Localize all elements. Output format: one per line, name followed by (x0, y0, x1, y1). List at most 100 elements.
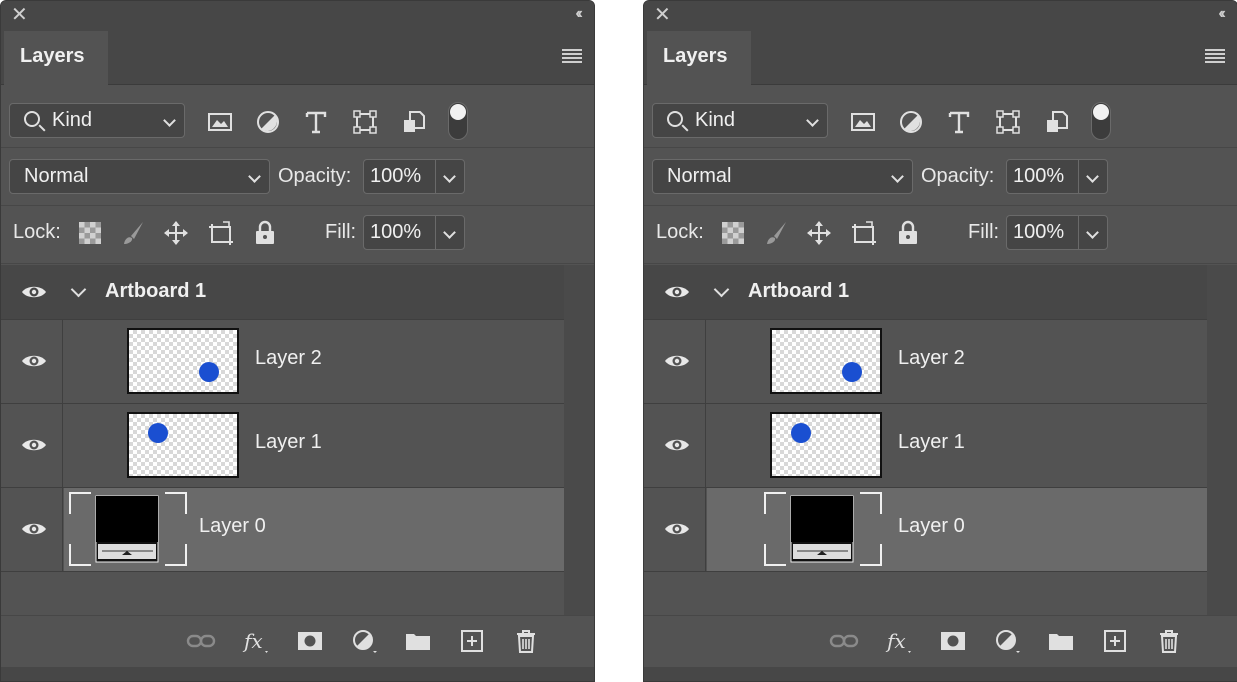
chevron-down-icon (248, 170, 261, 183)
image-filter-icon[interactable] (207, 109, 233, 135)
type-filter-icon[interactable] (946, 109, 972, 135)
panel-menu-icon[interactable] (562, 49, 582, 63)
lock-all-icon[interactable] (895, 220, 921, 246)
visibility-eye-icon[interactable] (21, 437, 47, 453)
fx-icon[interactable]: fx (884, 628, 914, 654)
layer-row[interactable]: Layer 1 (1, 404, 564, 488)
fill-field[interactable]: 100% (363, 215, 465, 250)
link-layers-icon[interactable] (829, 628, 859, 654)
fill-label: Fill: (968, 221, 1000, 243)
blend-mode-dropdown[interactable]: Normal (9, 159, 270, 194)
close-panel-icon[interactable]: ✕ (654, 5, 671, 25)
lock-position-icon[interactable] (806, 220, 832, 246)
layer-mask-icon[interactable] (295, 628, 325, 654)
chevron-down-icon (806, 114, 819, 127)
chevron-down-icon[interactable] (1086, 170, 1099, 183)
layer-thumbnail (770, 412, 882, 478)
layer-thumbnail (770, 328, 882, 394)
link-layers-icon[interactable] (186, 628, 216, 654)
shape-filter-icon[interactable] (352, 109, 378, 135)
filter-kind-dropdown[interactable]: Kind (652, 103, 828, 138)
chevron-down-icon[interactable] (1086, 226, 1099, 239)
opacity-value: 100% (370, 165, 422, 187)
blend-mode-dropdown[interactable]: Normal (652, 159, 913, 194)
opacity-field[interactable]: 100% (1006, 159, 1108, 194)
visibility-eye-icon[interactable] (21, 353, 47, 369)
artboard-name: Artboard 1 (748, 280, 850, 302)
layer-row[interactable]: Layer 2 (644, 320, 1207, 404)
filter-toggle-switch[interactable] (1091, 102, 1111, 140)
layer-name: Layer 2 (255, 347, 322, 369)
artboard-row[interactable]: Artboard 1 (1, 265, 564, 320)
new-layer-icon[interactable] (1100, 628, 1130, 654)
smart-object-filter-icon[interactable] (401, 109, 427, 135)
svg-text:fx: fx (885, 629, 906, 653)
filter-toggle-switch[interactable] (448, 102, 468, 140)
layers-scrollbar[interactable] (1207, 265, 1237, 615)
artboard-row[interactable]: Artboard 1 (644, 265, 1207, 320)
layer-name: Layer 0 (199, 515, 266, 537)
visibility-eye-icon[interactable] (664, 353, 690, 369)
blue-dot (842, 362, 862, 382)
delete-layer-icon[interactable] (1154, 628, 1184, 654)
type-filter-icon[interactable] (303, 109, 329, 135)
collapse-panel-icon[interactable]: ‹‹ (1218, 5, 1225, 23)
opacity-field[interactable]: 100% (363, 159, 465, 194)
new-group-icon[interactable] (1046, 628, 1076, 654)
chevron-down-icon[interactable] (443, 170, 456, 183)
chevron-down-icon[interactable] (443, 226, 456, 239)
layers-list: Artboard 1 Layer 2 Layer 1 Layer 0 (1, 265, 564, 615)
lock-all-icon[interactable] (252, 220, 278, 246)
lock-artboard-icon[interactable] (208, 220, 234, 246)
tab-layers[interactable]: Layers (647, 31, 751, 85)
opacity-label: Opacity: (921, 165, 995, 187)
tab-layers-label: Layers (20, 45, 85, 67)
shape-filter-icon[interactable] (995, 109, 1021, 135)
adjustment-filter-icon[interactable] (255, 109, 281, 135)
lock-image-pixels-icon[interactable] (121, 220, 147, 246)
new-layer-icon[interactable] (457, 628, 487, 654)
layer-row[interactable]: Layer 1 (644, 404, 1207, 488)
visibility-eye-icon[interactable] (664, 284, 690, 300)
adjustment-filter-icon[interactable] (898, 109, 924, 135)
panel-menu-icon[interactable] (1205, 49, 1225, 63)
layer-row-selected[interactable]: Layer 0 (644, 488, 1207, 572)
layers-panel-left: ✕ ‹‹ Layers Kind Normal Opacity: 100% Lo… (0, 0, 595, 682)
filter-kind-label: Kind (52, 109, 93, 131)
layer-row[interactable]: Layer 2 (1, 320, 564, 404)
chevron-down-icon (891, 170, 904, 183)
fill-field[interactable]: 100% (1006, 215, 1108, 250)
lock-label: Lock: (656, 221, 704, 243)
panel-title-bar: ✕ ‹‹ (644, 1, 1237, 31)
visibility-eye-icon[interactable] (21, 284, 47, 300)
tab-layers[interactable]: Layers (4, 31, 108, 85)
filter-kind-label: Kind (695, 109, 736, 131)
lock-label: Lock: (13, 221, 61, 243)
delete-layer-icon[interactable] (511, 628, 541, 654)
collapse-panel-icon[interactable]: ‹‹ (575, 5, 582, 23)
layer-name: Layer 2 (898, 347, 965, 369)
close-panel-icon[interactable]: ✕ (11, 5, 28, 25)
layers-scrollbar[interactable] (564, 265, 594, 615)
artboard-expand-chevron-icon[interactable] (713, 281, 730, 298)
image-filter-icon[interactable] (850, 109, 876, 135)
adjustment-layer-icon[interactable] (992, 628, 1022, 654)
new-group-icon[interactable] (403, 628, 433, 654)
artboard-thumbnail (764, 492, 882, 566)
visibility-eye-icon[interactable] (664, 521, 690, 537)
artboard-expand-chevron-icon[interactable] (70, 281, 87, 298)
visibility-eye-icon[interactable] (664, 437, 690, 453)
panel-tab-strip: Layers (644, 31, 1237, 85)
lock-transparent-pixels-icon[interactable] (720, 220, 746, 246)
visibility-eye-icon[interactable] (21, 521, 47, 537)
adjustment-layer-icon[interactable] (349, 628, 379, 654)
lock-position-icon[interactable] (163, 220, 189, 246)
lock-artboard-icon[interactable] (851, 220, 877, 246)
layer-row-selected[interactable]: Layer 0 (1, 488, 564, 572)
smart-object-filter-icon[interactable] (1044, 109, 1070, 135)
fx-icon[interactable]: fx (241, 628, 271, 654)
layer-mask-icon[interactable] (938, 628, 968, 654)
filter-kind-dropdown[interactable]: Kind (9, 103, 185, 138)
lock-image-pixels-icon[interactable] (764, 220, 790, 246)
lock-transparent-pixels-icon[interactable] (77, 220, 103, 246)
